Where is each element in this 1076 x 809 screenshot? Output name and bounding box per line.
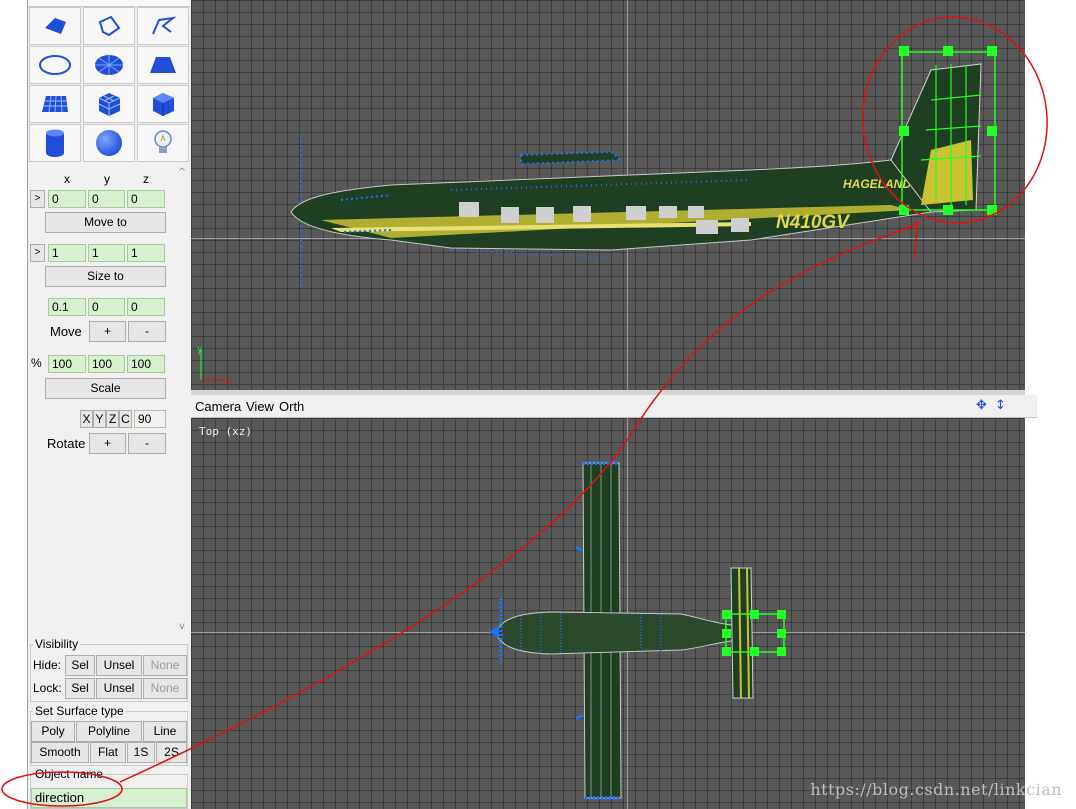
- surface-type-title: Set Surface type: [33, 704, 126, 718]
- move-to-expand-button[interactable]: >: [30, 190, 45, 208]
- rotate-plus-button[interactable]: +: [89, 433, 126, 454]
- menu-view[interactable]: View: [246, 399, 274, 414]
- surface-1s-button[interactable]: 1S: [127, 742, 155, 763]
- polyline-tool-button[interactable]: [137, 7, 189, 45]
- object-name-input[interactable]: direction: [31, 788, 187, 808]
- scroll-up-icon[interactable]: ^: [175, 167, 189, 179]
- size-to-y-field[interactable]: 1: [88, 244, 125, 262]
- move-z-field[interactable]: 0: [127, 298, 165, 316]
- y-header: y: [104, 172, 110, 186]
- size-to-z-field[interactable]: 1: [127, 244, 165, 262]
- polygon-filled-tool-icon: [41, 14, 69, 38]
- lock-sel-button[interactable]: Sel: [65, 678, 95, 699]
- hide-none-button[interactable]: None: [143, 655, 187, 676]
- size-to-x-field[interactable]: 1: [48, 244, 86, 262]
- disc-tool-icon: [93, 53, 125, 77]
- menu-camera[interactable]: Camera: [195, 399, 241, 414]
- move-to-x-field[interactable]: 0: [48, 190, 86, 208]
- hide-sel-button[interactable]: Sel: [65, 655, 95, 676]
- left-margin: [0, 0, 27, 809]
- viewport-menubar: Camera View Orth ✥ ↕: [191, 395, 1025, 418]
- move-to-button[interactable]: Move to: [45, 212, 166, 233]
- surface-poly-button[interactable]: Poly: [31, 721, 75, 742]
- rotate-label: Rotate: [47, 436, 86, 451]
- move-y-field[interactable]: 0: [88, 298, 125, 316]
- cylinder-tool-button[interactable]: [29, 124, 81, 162]
- rotate-angle-field[interactable]: 90: [134, 410, 166, 428]
- watermark-text: https://blog.csdn.net/linkcian: [810, 780, 1062, 799]
- cylinder-tool-icon: [43, 128, 67, 158]
- surface-line-button[interactable]: Line: [143, 721, 187, 742]
- object-name-title: Object name: [33, 767, 106, 781]
- side-viewport[interactable]: N410GV HAGELAND y x: [191, 0, 1025, 390]
- rotate-axis-y-button[interactable]: Y: [93, 410, 106, 428]
- grid-cube-tool-icon: [95, 90, 123, 118]
- ellipse-tool-icon: [38, 53, 72, 77]
- lock-label: Lock:: [33, 681, 62, 695]
- lock-none-button[interactable]: None: [143, 678, 187, 699]
- tool-panel: ^ v x y z > 0 0 0 Move to > 1 1 1 Size t…: [27, 0, 191, 809]
- cube-tool-icon: [149, 90, 177, 118]
- rotate-axis-z-button[interactable]: Z: [106, 410, 119, 428]
- aircraft-brand-text: HAGELAND: [843, 177, 911, 191]
- rotate-axis-x-button[interactable]: X: [80, 410, 93, 428]
- panel-scrollbar[interactable]: ^ v: [175, 165, 189, 635]
- top-viewport[interactable]: [191, 418, 1025, 809]
- scale-y-field[interactable]: 100: [88, 355, 125, 373]
- rotate-minus-button[interactable]: -: [128, 433, 166, 454]
- ellipse-tool-button[interactable]: [29, 46, 81, 84]
- move-label: Move: [50, 324, 82, 339]
- surface-2s-button[interactable]: 2S: [156, 742, 187, 763]
- aircraft-registration-text: N410GV: [776, 212, 850, 233]
- size-to-button[interactable]: Size to: [45, 266, 166, 287]
- cube-tool-button[interactable]: [137, 85, 189, 123]
- grid-plane-tool-icon: [40, 92, 70, 116]
- sphere-tool-icon: [94, 128, 124, 158]
- right-margin: [1025, 0, 1076, 809]
- menubar-end: [1025, 395, 1037, 418]
- zoom-icon[interactable]: ↕: [995, 398, 1006, 413]
- x-header: x: [64, 172, 70, 186]
- sphere-tool-button[interactable]: [83, 124, 135, 162]
- percent-label: %: [31, 356, 42, 370]
- axis-y-label: y: [197, 345, 203, 355]
- scale-x-field[interactable]: 100: [48, 355, 86, 373]
- light-bulb-tool-icon: [151, 128, 175, 158]
- hide-unsel-button[interactable]: Unsel: [96, 655, 142, 676]
- scale-z-field[interactable]: 100: [127, 355, 165, 373]
- grid-plane-tool-button[interactable]: [29, 85, 81, 123]
- axis-x-label: x: [226, 377, 232, 387]
- trapezoid-tool-button[interactable]: [137, 46, 189, 84]
- polygon-outline-tool-button[interactable]: [83, 7, 135, 45]
- polygon-outline-tool-icon: [95, 14, 123, 38]
- size-to-expand-button[interactable]: >: [30, 244, 45, 262]
- move-to-y-field[interactable]: 0: [88, 190, 125, 208]
- move-minus-button[interactable]: -: [128, 321, 166, 342]
- move-x-field[interactable]: 0.1: [48, 298, 86, 316]
- z-header: z: [143, 172, 149, 186]
- side-view-model: N410GV HAGELAND y x: [197, 46, 997, 387]
- scale-button[interactable]: Scale: [45, 378, 166, 399]
- polyline-tool-icon: [149, 14, 177, 38]
- menu-orth[interactable]: Orth: [279, 399, 304, 414]
- pan-icon[interactable]: ✥: [976, 398, 987, 413]
- lock-unsel-button[interactable]: Unsel: [96, 678, 142, 699]
- surface-flat-button[interactable]: Flat: [90, 742, 126, 763]
- visibility-title: Visibility: [33, 637, 81, 651]
- light-bulb-tool-button[interactable]: [137, 124, 189, 162]
- grid-cube-tool-button[interactable]: [83, 85, 135, 123]
- scroll-down-icon[interactable]: v: [175, 621, 189, 633]
- hide-label: Hide:: [33, 658, 62, 672]
- disc-tool-button[interactable]: [83, 46, 135, 84]
- rotate-axis-c-button[interactable]: C: [119, 410, 132, 428]
- move-to-z-field[interactable]: 0: [127, 190, 165, 208]
- move-plus-button[interactable]: +: [89, 321, 126, 342]
- surface-smooth-button[interactable]: Smooth: [31, 742, 89, 763]
- view-name-label: Top (xz): [199, 425, 252, 438]
- surface-polyline-button[interactable]: Polyline: [76, 721, 142, 742]
- tool-row-cutoff: [28, 0, 191, 7]
- top-view-model: [489, 461, 786, 800]
- trapezoid-tool-icon: [148, 53, 178, 77]
- polygon-filled-tool-button[interactable]: [29, 7, 81, 45]
